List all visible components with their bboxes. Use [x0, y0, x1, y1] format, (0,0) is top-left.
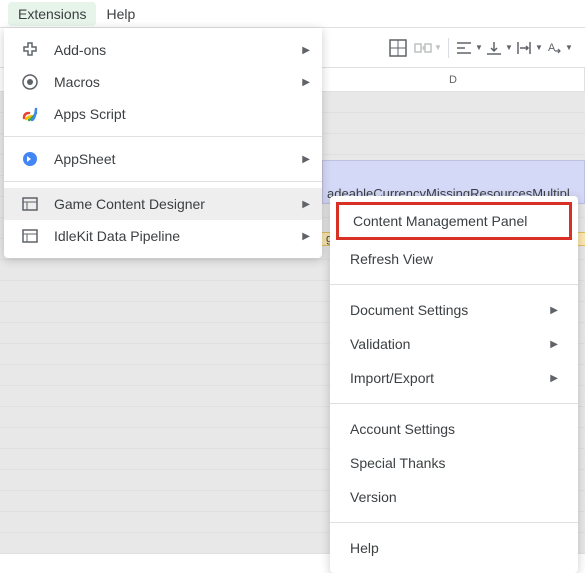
macros-icon — [20, 72, 40, 92]
extensions-dropdown: Add-ons ▶ Macros ▶ Apps Script AppSheet … — [4, 28, 322, 258]
separator — [448, 38, 449, 58]
svg-text:A: A — [548, 42, 556, 54]
column-header-d[interactable]: D — [322, 68, 585, 92]
chevron-right-icon: ▶ — [302, 45, 310, 56]
separator — [330, 403, 578, 404]
chevron-right-icon: ▶ — [302, 231, 310, 242]
text-rotation-icon[interactable]: A ▼ — [545, 34, 573, 62]
chevron-down-icon: ▼ — [475, 43, 483, 52]
menu-addons[interactable]: Add-ons ▶ — [4, 34, 322, 66]
chevron-right-icon: ▶ — [550, 339, 558, 350]
menu-label: Game Content Designer — [54, 196, 302, 212]
submenu-label: Special Thanks — [350, 455, 558, 471]
chevron-down-icon: ▼ — [565, 43, 573, 52]
submenu-special-thanks[interactable]: Special Thanks — [330, 446, 578, 480]
submenu-content-management[interactable]: Content Management Panel — [336, 202, 572, 240]
chevron-right-icon: ▶ — [302, 77, 310, 88]
extension-icon — [20, 226, 40, 246]
submenu-import-export[interactable]: Import/Export ▶ — [330, 361, 578, 395]
separator — [330, 522, 578, 523]
separator — [4, 136, 322, 137]
menu-idlekit[interactable]: IdleKit Data Pipeline ▶ — [4, 220, 322, 252]
menu-label: Add-ons — [54, 42, 302, 58]
borders-icon[interactable] — [384, 34, 412, 62]
submenu-label: Help — [350, 540, 558, 556]
game-content-submenu: Content Management Panel Refresh View Do… — [330, 196, 578, 573]
menu-label: Macros — [54, 74, 302, 90]
menubar: Extensions Help — [0, 0, 585, 28]
submenu-validation[interactable]: Validation ▶ — [330, 327, 578, 361]
vertical-align-icon[interactable]: ▼ — [485, 34, 513, 62]
submenu-label: Account Settings — [350, 421, 558, 437]
submenu-document-settings[interactable]: Document Settings ▶ — [330, 293, 578, 327]
addons-icon — [20, 40, 40, 60]
apps-script-icon — [20, 104, 40, 124]
menu-macros[interactable]: Macros ▶ — [4, 66, 322, 98]
chevron-down-icon: ▼ — [535, 43, 543, 52]
chevron-right-icon: ▶ — [302, 199, 310, 210]
extension-icon — [20, 194, 40, 214]
horizontal-align-icon[interactable]: ▼ — [455, 34, 483, 62]
submenu-label: Import/Export — [350, 370, 550, 386]
submenu-help[interactable]: Help — [330, 531, 578, 565]
chevron-right-icon: ▶ — [302, 154, 310, 165]
separator — [330, 284, 578, 285]
submenu-label: Validation — [350, 336, 550, 352]
menu-label: AppSheet — [54, 151, 302, 167]
submenu-label: Version — [350, 489, 558, 505]
text-wrap-icon[interactable]: ▼ — [515, 34, 543, 62]
submenu-label: Content Management Panel — [353, 213, 555, 229]
menu-appsheet[interactable]: AppSheet ▶ — [4, 143, 322, 175]
chevron-right-icon: ▶ — [550, 305, 558, 316]
chevron-down-icon: ▼ — [505, 43, 513, 52]
chevron-down-icon: ▼ — [434, 43, 442, 52]
menu-help[interactable]: Help — [96, 2, 145, 26]
merge-cells-icon[interactable]: ▼ — [414, 34, 442, 62]
submenu-refresh-view[interactable]: Refresh View — [330, 242, 578, 276]
menu-game-content-designer[interactable]: Game Content Designer ▶ — [4, 188, 322, 220]
submenu-version[interactable]: Version — [330, 480, 578, 514]
submenu-label: Refresh View — [350, 251, 558, 267]
submenu-label: Document Settings — [350, 302, 550, 318]
menu-apps-script[interactable]: Apps Script — [4, 98, 322, 130]
submenu-account-settings[interactable]: Account Settings — [330, 412, 578, 446]
menu-label: Apps Script — [54, 106, 310, 122]
separator — [4, 181, 322, 182]
appsheet-icon — [20, 149, 40, 169]
chevron-right-icon: ▶ — [550, 373, 558, 384]
menu-extensions[interactable]: Extensions — [8, 2, 96, 26]
menu-label: IdleKit Data Pipeline — [54, 228, 302, 244]
